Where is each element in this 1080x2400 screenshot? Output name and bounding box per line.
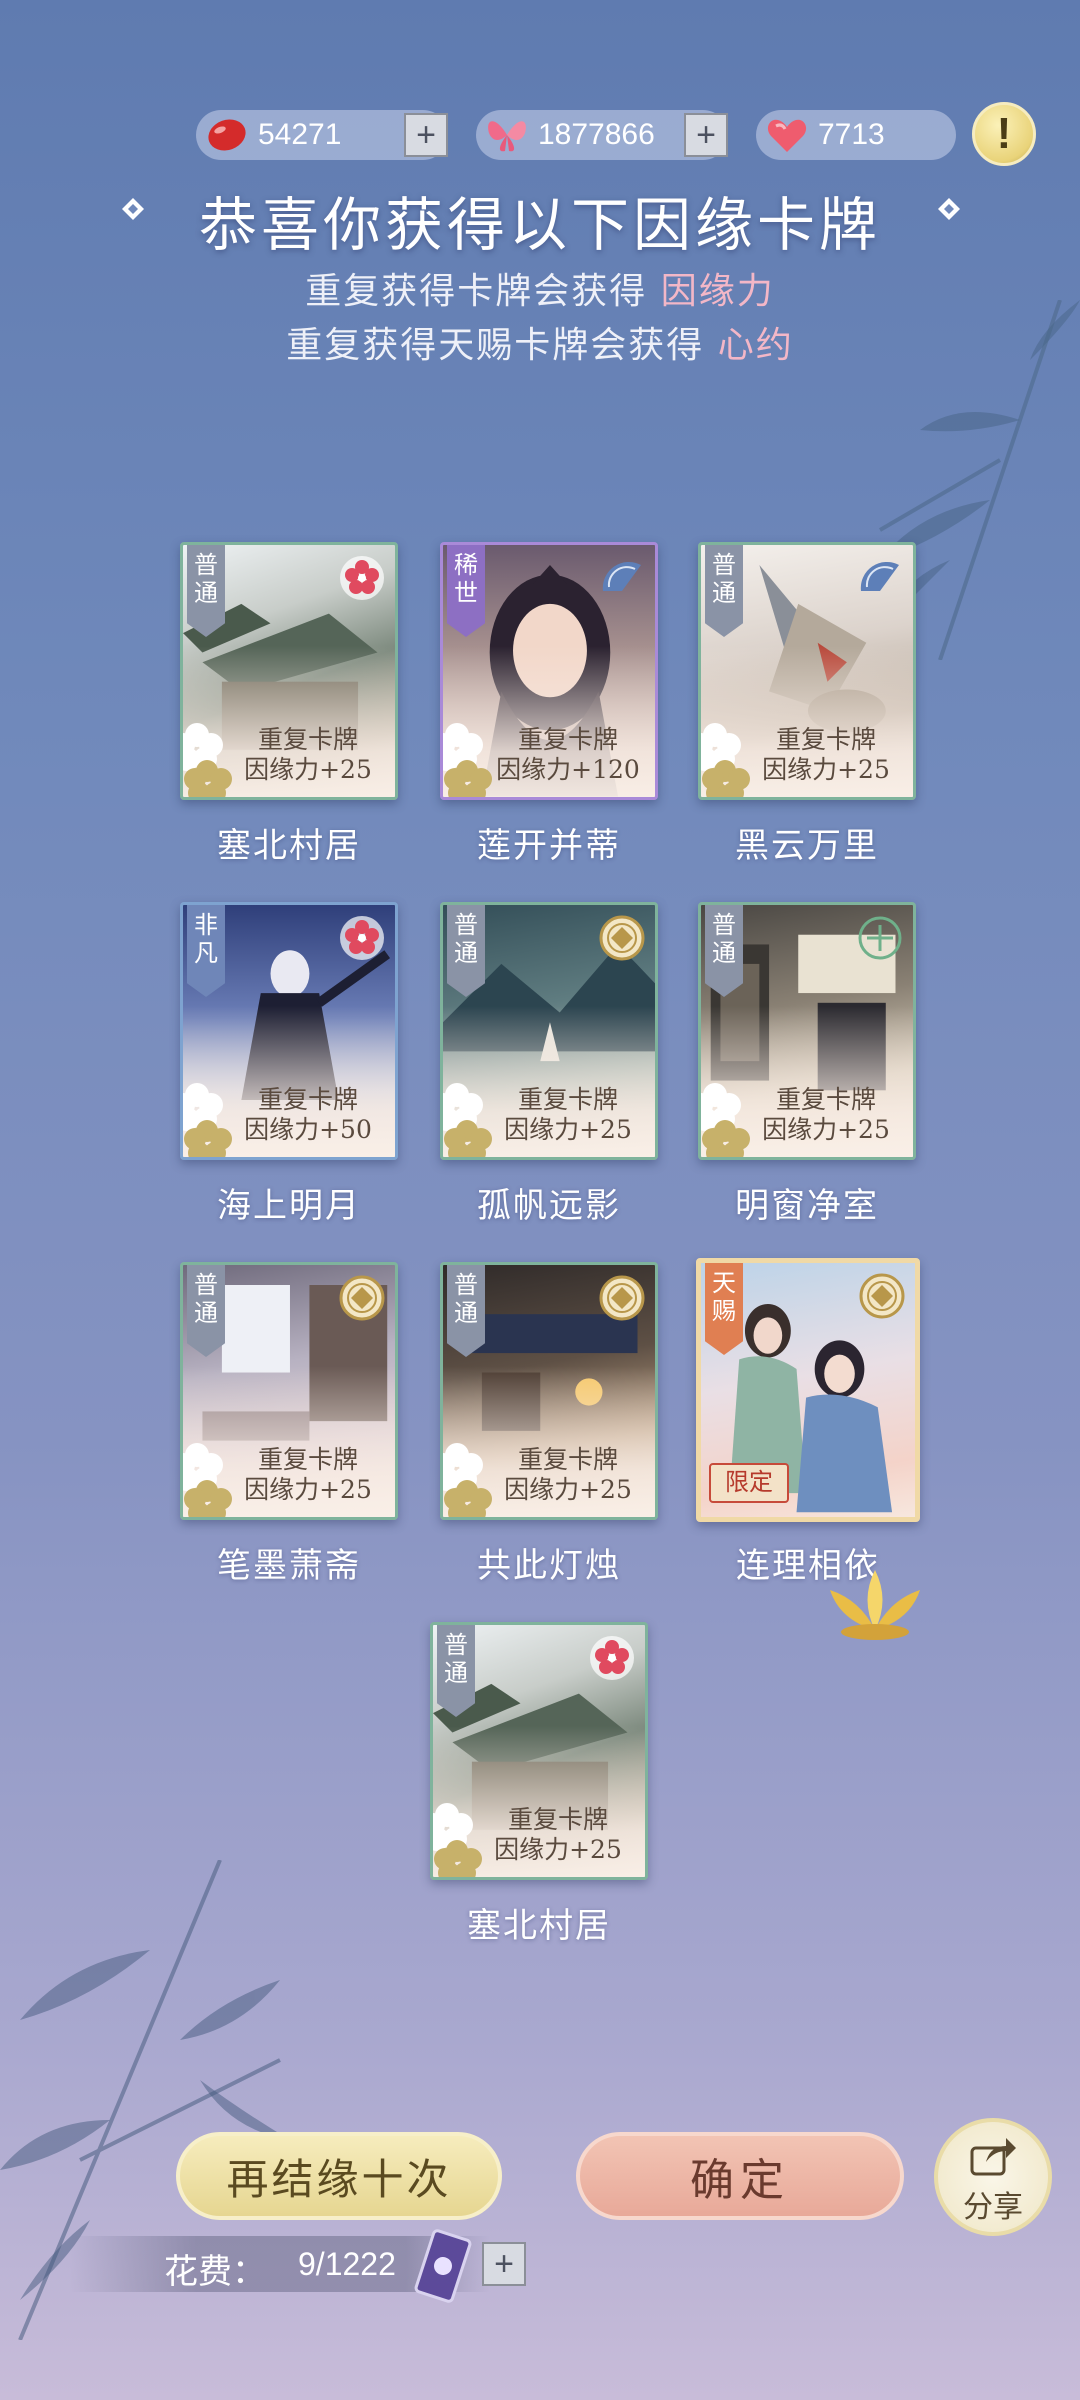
duplicate-info: 重复卡牌 因缘力+25 [741,725,911,785]
fan-icon [602,561,641,591]
duplicate-title: 重复卡牌 [257,1085,358,1114]
plum-blossom-icon [340,556,384,600]
card-name: 莲开并蒂 [477,826,621,866]
subtitle-duplicate-highlight: 因缘力 [660,271,775,312]
draw-ten-again-button[interactable]: 再结缘十次 [176,2132,502,2220]
duplicate-title: 重复卡牌 [775,725,876,754]
duplicate-info: 重复卡牌 因缘力+50 [223,1085,393,1145]
share-label: 分享 [963,2190,1023,2225]
duplicate-reward: 因缘力+25 [762,1115,890,1144]
butterfly-count: 1877866 [538,118,655,151]
card-1[interactable]: 普通 重复卡牌 因缘力+25 [180,542,398,800]
rarity-badge: 普通 [187,1265,225,1357]
duplicate-reward: 因缘力+50 [244,1115,372,1144]
card-name: 黑云万里 [735,826,879,866]
duplicate-title: 重复卡牌 [775,1085,876,1114]
currency-red-bean: 54271 + [196,110,448,160]
diamond-ornament-right [938,198,960,220]
card-10[interactable]: 普通 重复卡牌 因缘力+25 [430,1622,648,1880]
duplicate-info: 重复卡牌 因缘力+25 [483,1445,653,1505]
duplicate-title: 重复卡牌 [257,1445,358,1474]
card-name: 孤帆远影 [477,1186,621,1226]
duplicate-title: 重复卡牌 [517,725,618,754]
confirm-button[interactable]: 确定 [576,2132,904,2220]
share-button[interactable]: 分享 [934,2118,1052,2236]
card-6[interactable]: 普通 重复卡牌 因缘力+25 [698,902,916,1160]
butterfly-icon [484,112,530,158]
duplicate-title: 重复卡牌 [257,725,358,754]
coin-emblem-icon [339,1275,385,1321]
duplicate-reward: 因缘力+25 [504,1475,632,1504]
subtitle-heavenly: 重复获得天赐卡牌会获得 心约 [0,316,1080,368]
subtitle-heavenly-text: 重复获得天赐卡牌会获得 [286,325,705,366]
duplicate-info: 重复卡牌 因缘力+120 [483,725,653,785]
card-name: 塞北村居 [217,826,361,866]
info-button[interactable]: ! [972,102,1036,166]
subtitle-duplicate: 重复获得卡牌会获得 因缘力 [0,262,1080,314]
add-red-bean-button[interactable]: + [404,113,448,157]
duplicate-info: 重复卡牌 因缘力+25 [223,1445,393,1505]
token-ticket-icon [414,2229,472,2303]
rarity-badge: 稀世 [447,545,485,637]
card-7[interactable]: 普通 重复卡牌 因缘力+25 [180,1262,398,1520]
rarity-badge: 普通 [705,905,743,997]
rarity-badge: 天赐 [705,1263,743,1355]
red-bean-count: 54271 [258,118,342,151]
rarity-badge: 普通 [437,1625,475,1717]
card-name: 塞北村居 [467,1906,611,1946]
rarity-badge: 非凡 [187,905,225,997]
card-8[interactable]: 普通 重复卡牌 因缘力+25 [440,1262,658,1520]
card-name: 笔墨萧斋 [217,1546,361,1586]
card-name: 明窗净室 [735,1186,879,1226]
fan-icon [860,561,899,591]
page-title: 恭喜你获得以下因缘卡牌 [198,191,881,259]
subtitle-heavenly-highlight: 心约 [717,325,794,366]
card-2[interactable]: 稀世 重复卡牌 因缘力+120 [440,542,658,800]
duplicate-reward: 因缘力+25 [244,1475,372,1504]
duplicate-reward: 因缘力+120 [496,755,640,784]
jade-emblem-icon [858,916,902,960]
share-icon [970,2138,1016,2176]
coin-emblem-icon [599,1275,645,1321]
duplicate-title: 重复卡牌 [517,1445,618,1474]
heart-icon [764,112,810,158]
duplicate-title: 重复卡牌 [517,1085,618,1114]
coin-emblem-icon [599,915,645,961]
currency-butterfly: 1877866 + [476,110,728,160]
cost-value: 9/1222 [298,2246,396,2282]
card-5[interactable]: 普通 重复卡牌 因缘力+25 [440,902,658,1160]
card-9[interactable]: 天赐 限定 [696,1258,920,1522]
plum-blossom-icon [590,1636,634,1680]
cost-label: 花费： [164,2252,266,2292]
card-name: 共此灯烛 [477,1546,621,1586]
limited-badge: 限定 [709,1463,789,1503]
card-3[interactable]: 普通 重复卡牌 因缘力+25 [698,542,916,800]
card-4[interactable]: 非凡 重复卡牌 因缘力+50 [180,902,398,1160]
rarity-badge: 普通 [447,905,485,997]
duplicate-info: 重复卡牌 因缘力+25 [483,1085,653,1145]
heart-count: 7713 [818,118,885,151]
add-butterfly-button[interactable]: + [684,113,728,157]
add-ticket-button[interactable]: + [482,2242,526,2286]
rarity-badge: 普通 [705,545,743,637]
plum-blossom-icon [340,916,384,960]
lotus-lantern-icon [830,1570,920,1640]
duplicate-reward: 因缘力+25 [504,1115,632,1144]
duplicate-title: 重复卡牌 [507,1805,608,1834]
rarity-badge: 普通 [447,1265,485,1357]
duplicate-reward: 因缘力+25 [244,755,372,784]
subtitle-duplicate-text: 重复获得卡牌会获得 [305,271,648,312]
currency-heart: 7713 [756,110,956,160]
duplicate-reward: 因缘力+25 [762,755,890,784]
duplicate-info: 重复卡牌 因缘力+25 [741,1085,911,1145]
rarity-badge: 普通 [187,545,225,637]
duplicate-info: 重复卡牌 因缘力+25 [473,1805,643,1865]
coin-emblem-icon [859,1273,905,1319]
card-name: 海上明月 [217,1186,361,1226]
duplicate-reward: 因缘力+25 [494,1835,622,1864]
duplicate-info: 重复卡牌 因缘力+25 [223,725,393,785]
red-bean-icon [204,112,250,158]
